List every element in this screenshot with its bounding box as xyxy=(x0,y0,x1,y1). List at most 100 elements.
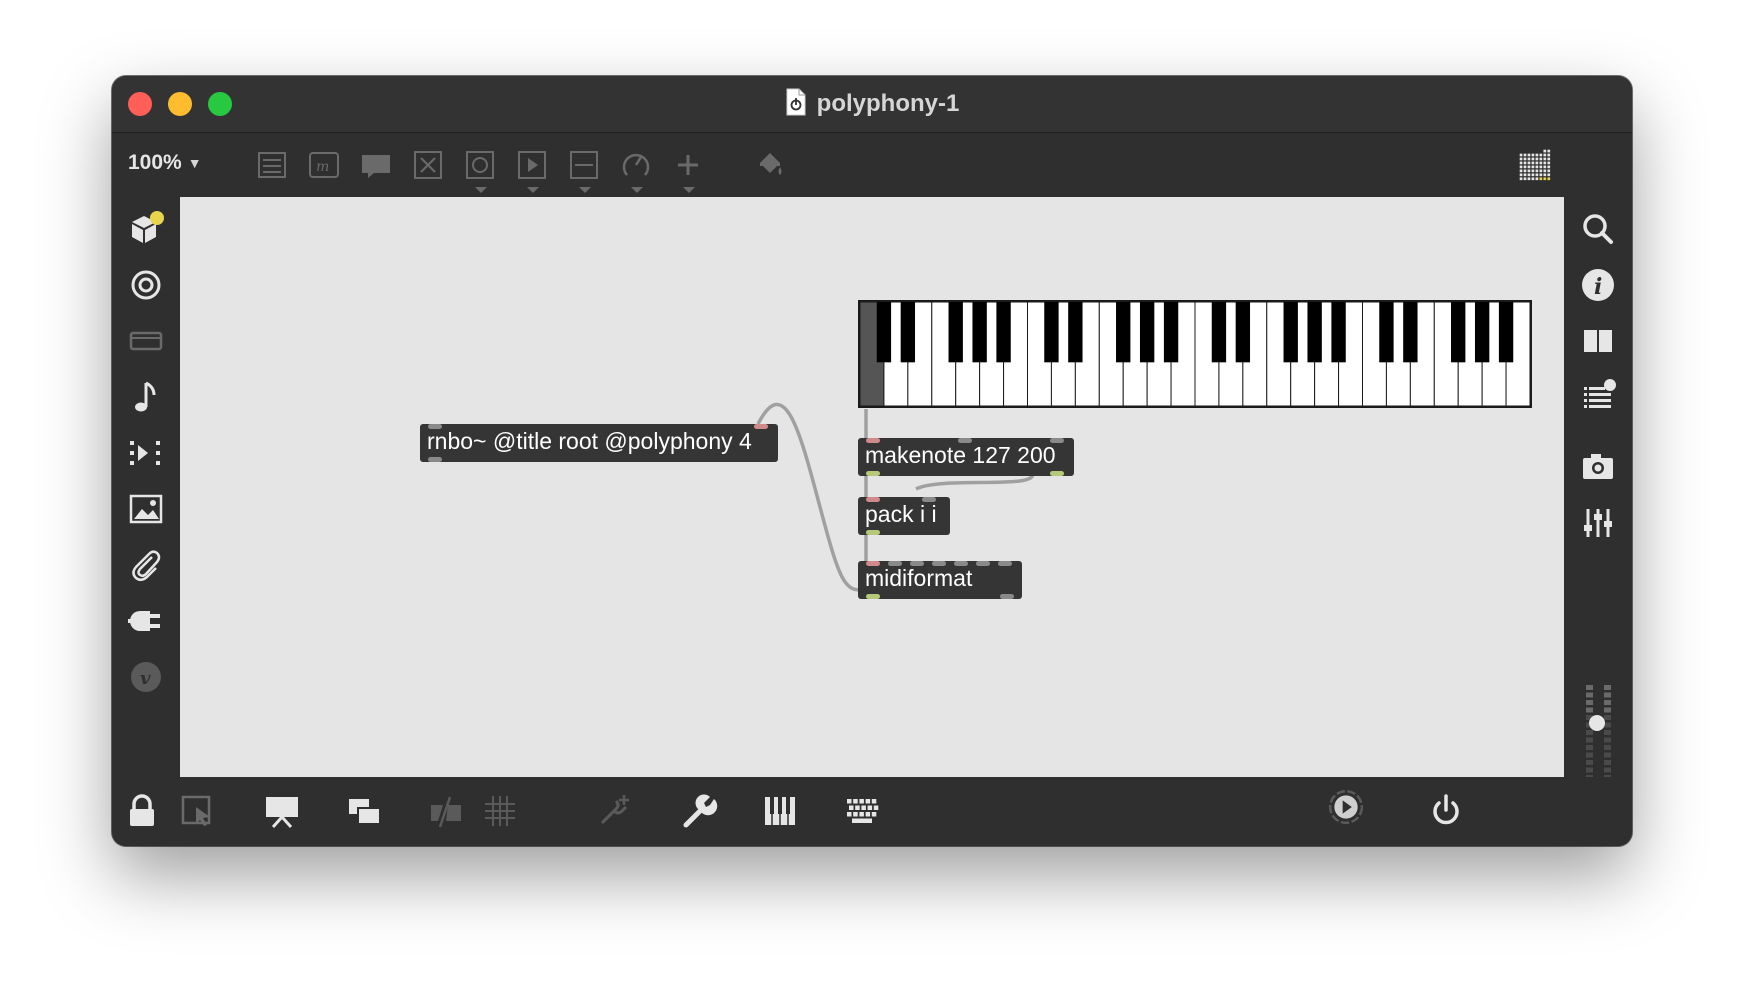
windows-icon[interactable] xyxy=(344,791,384,831)
wrench-icon[interactable] xyxy=(678,791,718,831)
info-icon[interactable]: i xyxy=(1578,265,1618,305)
grid-dot xyxy=(1543,165,1547,169)
black-key[interactable] xyxy=(1211,302,1227,363)
music-note-icon[interactable] xyxy=(126,377,166,417)
message-object-icon[interactable]: m xyxy=(306,147,342,183)
grid-dot xyxy=(1535,165,1539,169)
black-key[interactable] xyxy=(1451,302,1466,363)
meter-segment xyxy=(1604,760,1611,765)
black-key[interactable] xyxy=(876,302,892,363)
grid-dot xyxy=(1535,153,1539,157)
grid-dot xyxy=(1527,169,1531,173)
grid-dot xyxy=(1547,173,1551,177)
svg-text:m: m xyxy=(316,159,329,175)
list-object-icon[interactable] xyxy=(254,147,290,183)
grid-icon[interactable] xyxy=(480,791,520,831)
makenote-object[interactable]: makenote 127 200 xyxy=(858,438,1074,476)
dial-icon[interactable] xyxy=(618,147,654,193)
grid-keyboard-icon[interactable] xyxy=(1517,147,1557,183)
grid-dot xyxy=(1531,169,1535,173)
power-icon[interactable] xyxy=(1426,791,1466,831)
presentation-icon[interactable] xyxy=(262,791,302,831)
vimeo-icon[interactable]: v xyxy=(126,657,166,697)
grid-dot xyxy=(1519,157,1523,161)
black-key[interactable] xyxy=(972,302,987,363)
lock-icon[interactable] xyxy=(122,791,162,831)
toggle-icon[interactable] xyxy=(410,147,446,183)
image-icon[interactable] xyxy=(126,489,166,529)
sequencer-icon[interactable] xyxy=(126,433,166,473)
black-key[interactable] xyxy=(1307,302,1322,363)
meter-segment xyxy=(1604,715,1611,720)
playbar-icon[interactable] xyxy=(514,147,550,193)
mixer-sliders-icon[interactable] xyxy=(1578,503,1618,543)
zoom-menu[interactable]: 100% ▼ xyxy=(128,151,202,175)
black-key[interactable] xyxy=(1139,302,1155,363)
meter-segment xyxy=(1586,692,1593,698)
media-icon[interactable] xyxy=(126,321,166,361)
grid-dot xyxy=(1535,157,1539,161)
black-key[interactable] xyxy=(1283,302,1298,363)
black-key[interactable] xyxy=(900,302,916,363)
right-sidebar: i xyxy=(1564,197,1632,846)
columns-icon[interactable] xyxy=(1578,321,1618,361)
black-key[interactable] xyxy=(1331,302,1346,363)
black-key[interactable] xyxy=(1044,302,1059,363)
grid-dot xyxy=(1547,169,1551,173)
midiformat-object[interactable]: midiformat xyxy=(858,561,1022,599)
volume-knob[interactable] xyxy=(1589,715,1605,731)
black-key[interactable] xyxy=(1498,302,1514,363)
black-key[interactable] xyxy=(1163,302,1179,363)
black-key[interactable] xyxy=(1116,302,1131,363)
grid-dot xyxy=(1532,150,1535,153)
meter-segment xyxy=(1586,767,1593,773)
grid-dot xyxy=(1547,165,1551,169)
packages-icon[interactable] xyxy=(126,209,166,249)
add-icon[interactable] xyxy=(670,147,706,193)
pack-object[interactable]: pack i i xyxy=(858,497,950,535)
grid-dot xyxy=(1523,157,1527,161)
grid-dot xyxy=(1531,157,1535,161)
midiformat-object-text: midiformat xyxy=(865,565,973,591)
patcher-canvas[interactable]: rnbo~ @title root @polyphony 4 makenote … xyxy=(180,197,1564,777)
button-icon[interactable] xyxy=(462,147,498,193)
rnbo-object[interactable]: rnbo~ @title root @polyphony 4 xyxy=(420,424,778,462)
meter-segment xyxy=(1604,730,1611,735)
paint-bucket-icon[interactable] xyxy=(752,147,788,183)
black-key[interactable] xyxy=(1235,302,1251,363)
piano-keys-icon[interactable] xyxy=(760,791,800,831)
chevron-down-icon xyxy=(579,187,591,193)
select-arrow-icon[interactable] xyxy=(178,791,218,831)
black-key[interactable] xyxy=(996,302,1011,363)
camera-icon[interactable] xyxy=(1578,447,1618,487)
hide-icon[interactable] xyxy=(426,791,466,831)
list-icon[interactable] xyxy=(1578,377,1618,417)
slider-icon[interactable] xyxy=(566,147,602,193)
meter-segment xyxy=(1604,692,1611,698)
pin-icon[interactable] xyxy=(594,791,634,831)
meter-segment xyxy=(1604,737,1611,743)
grid-dot xyxy=(1543,157,1547,161)
paperclip-icon[interactable] xyxy=(126,545,166,585)
black-key[interactable] xyxy=(1474,302,1490,363)
plug-icon[interactable] xyxy=(126,601,166,641)
black-key[interactable] xyxy=(1379,302,1394,363)
grid-dot xyxy=(1535,161,1539,165)
grid-dot xyxy=(1539,153,1543,157)
black-key[interactable] xyxy=(948,302,963,363)
transport-play-icon[interactable] xyxy=(1326,787,1374,835)
black-key[interactable] xyxy=(1403,302,1418,363)
black-key[interactable] xyxy=(1068,302,1083,363)
grid-dot xyxy=(1539,157,1543,161)
grid-dot xyxy=(1524,150,1527,153)
grid-dot xyxy=(1519,173,1523,177)
pack-object-text: pack i i xyxy=(865,501,937,527)
grid-dot xyxy=(1539,165,1543,169)
comment-icon[interactable] xyxy=(358,147,394,183)
search-icon[interactable] xyxy=(1578,209,1618,249)
title-bar[interactable]: polyphony-1 xyxy=(112,76,1632,133)
keyboard-icon[interactable] xyxy=(842,791,882,831)
audio-target-icon[interactable] xyxy=(126,265,166,305)
kslider-keyboard[interactable] xyxy=(858,300,1532,408)
grid-dot xyxy=(1523,173,1527,177)
